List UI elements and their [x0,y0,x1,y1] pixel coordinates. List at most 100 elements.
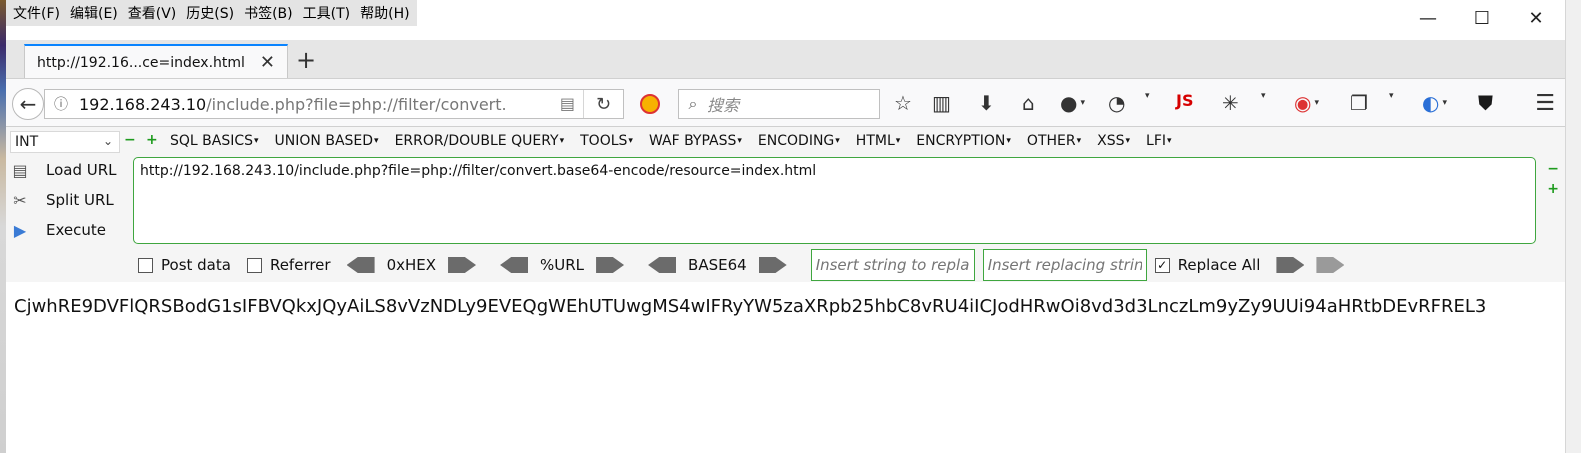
close-window-button[interactable]: ✕ [1522,4,1550,32]
execute-button[interactable]: ▶ Execute [6,217,130,243]
reload-icon[interactable]: ↻ [583,90,623,118]
post-data-label: Post data [161,256,231,274]
menu-file[interactable]: 文件(F) [8,3,65,23]
tab-strip: http://192.16...ce=index.html ✕ + [6,40,1565,80]
url-decode-arrow-icon[interactable] [500,257,529,273]
load-url-icon: ▤ [12,160,28,180]
search-box[interactable]: ⌕ 搜索 [678,89,880,119]
load-url-label: Load URL [46,161,117,179]
replace-all-checkbox[interactable]: ✓ Replace All [1154,256,1261,274]
menu-history[interactable]: 历史(S) [181,3,239,23]
menu-encryption[interactable]: ENCRYPTION [916,133,1011,149]
back-button[interactable]: ← [12,88,44,120]
menu-tools[interactable]: 工具(T) [298,3,355,23]
replace-all-label: Replace All [1177,256,1261,274]
chevron-down-icon: ⌄ [102,134,113,148]
url-bar[interactable]: ⓘ 192.168.243.10 /include.php?file=php:/… [44,89,624,119]
url-label: %URL [540,256,585,274]
dropdown-icon[interactable]: ▾ [1386,91,1394,101]
referrer-checkbox[interactable]: Referrer [246,256,331,274]
replacing-string-input[interactable] [982,249,1147,281]
menu-bar: 文件(F) 编辑(E) 查看(V) 历史(S) 书签(B) 工具(T) 帮助(H… [6,0,417,26]
page-content-text: CjwhRE9DVFlQRSBodG1sIFBVQkxJQyAiLS8vVzND… [14,296,1487,317]
menu-lfi[interactable]: LFI [1146,133,1172,149]
dropdown-icon[interactable]: ▾ [1142,91,1150,101]
home-icon[interactable]: ⌂ [1022,91,1035,115]
maximize-button[interactable]: ☐ [1468,4,1496,32]
replace-all-box[interactable]: ✓ [1154,257,1170,273]
menu-sql-basics[interactable]: SQL BASICS [170,133,259,149]
server-icon[interactable]: ▤ [560,94,575,113]
dropdown-icon[interactable]: ▾ [1258,91,1266,101]
url-host: 192.168.243.10 [79,94,207,114]
navigation-toolbar: ← ⓘ 192.168.243.10 /include.php?file=php… [6,78,1565,126]
plus-icon[interactable]: + [146,133,158,147]
bug-icon[interactable]: ✳ [1222,91,1239,115]
menu-edit[interactable]: 编辑(E) [65,3,123,23]
search-icon: ⌕ [688,94,698,113]
hackbar-options-row: Post data Referrer 0xHEX %URL BASE64 ✓ R… [138,249,1345,281]
shield-icon[interactable]: ⛊ [1478,91,1493,115]
menu-encoding[interactable]: ENCODING [758,133,840,149]
replace-string-input[interactable] [810,249,975,281]
info-icon[interactable]: ⓘ [49,94,73,114]
url-encode-arrow-icon[interactable] [596,257,625,273]
tab-close-icon[interactable]: ✕ [260,52,275,73]
hex-encoder: 0xHEX [346,256,477,274]
clipboard-icon[interactable]: ❐ [1350,91,1368,115]
hackbar-url-textarea[interactable]: http://192.168.243.10/include.php?file=p… [133,157,1536,244]
tab-active[interactable]: http://192.16...ce=index.html ✕ [24,44,288,80]
expand-icon[interactable]: + [1547,181,1559,197]
minus-icon[interactable]: − [124,133,136,147]
menu-view[interactable]: 查看(V) [123,3,182,23]
vertical-scrollbar[interactable] [1565,0,1581,453]
hex-decode-arrow-icon[interactable] [346,257,375,273]
split-url-button[interactable]: ✂ Split URL [6,187,130,213]
translate-icon[interactable]: ◐ ▾ [1422,91,1447,115]
hex-label: 0xHEX [386,256,437,274]
tab-title: http://192.16...ce=index.html [37,55,245,71]
sql-type-value: INT [15,134,39,150]
menu-help[interactable]: 帮助(H) [355,3,414,23]
replace-arrow-icon[interactable] [1276,257,1305,273]
noscript-icon[interactable] [640,94,660,114]
menu-xss[interactable]: XSS [1097,133,1130,149]
post-data-checkbox[interactable]: Post data [138,256,231,274]
js-icon[interactable]: JS [1176,91,1193,110]
split-url-label: Split URL [46,191,114,209]
reading-list-icon[interactable]: ▥ [932,91,951,115]
shrink-icon[interactable]: − [1547,161,1559,177]
star-icon[interactable]: ☆ [894,91,912,115]
globe-icon[interactable]: ● ▾ [1060,91,1085,115]
menu-icon[interactable]: ☰ [1535,91,1555,116]
load-url-button[interactable]: ▤ Load URL [6,157,130,183]
extension-icon[interactable]: ◉ ▾ [1294,91,1319,115]
hackbar-menu: SQL BASICS UNION BASED ERROR/DOUBLE QUER… [170,129,1188,153]
arrow-left-icon: ← [19,92,37,116]
base64-decode-arrow-icon[interactable] [648,257,677,273]
referrer-label: Referrer [269,256,331,274]
menu-error-double-query[interactable]: ERROR/DOUBLE QUERY [395,133,565,149]
base64-encode-arrow-icon[interactable] [758,257,787,273]
replace-all-arrow-icon[interactable] [1316,257,1345,273]
minimize-button[interactable]: — [1414,4,1442,32]
menu-waf-bypass[interactable]: WAF BYPASS [649,133,742,149]
menu-union-based[interactable]: UNION BASED [275,133,379,149]
download-icon[interactable]: ⬇ [978,91,995,115]
sql-type-select[interactable]: INT ⌄ [10,131,120,153]
base64-encoder: BASE64 [648,256,787,274]
menu-tools[interactable]: TOOLS [580,133,633,149]
base64-label: BASE64 [688,256,747,274]
cookie-icon[interactable]: ◔ [1108,91,1125,115]
hex-encode-arrow-icon[interactable] [448,257,477,273]
post-data-box[interactable] [138,257,153,273]
menu-html[interactable]: HTML [856,133,901,149]
url-path: /include.php?file=php://filter/convert. [206,94,507,114]
referrer-box[interactable] [246,257,262,273]
menu-other[interactable]: OTHER [1027,133,1081,149]
menu-bookmarks[interactable]: 书签(B) [239,3,298,23]
new-tab-button[interactable]: + [296,46,316,74]
search-placeholder: 搜索 [707,96,740,115]
url-encoder: %URL [500,256,625,274]
split-url-icon: ✂ [13,190,27,210]
